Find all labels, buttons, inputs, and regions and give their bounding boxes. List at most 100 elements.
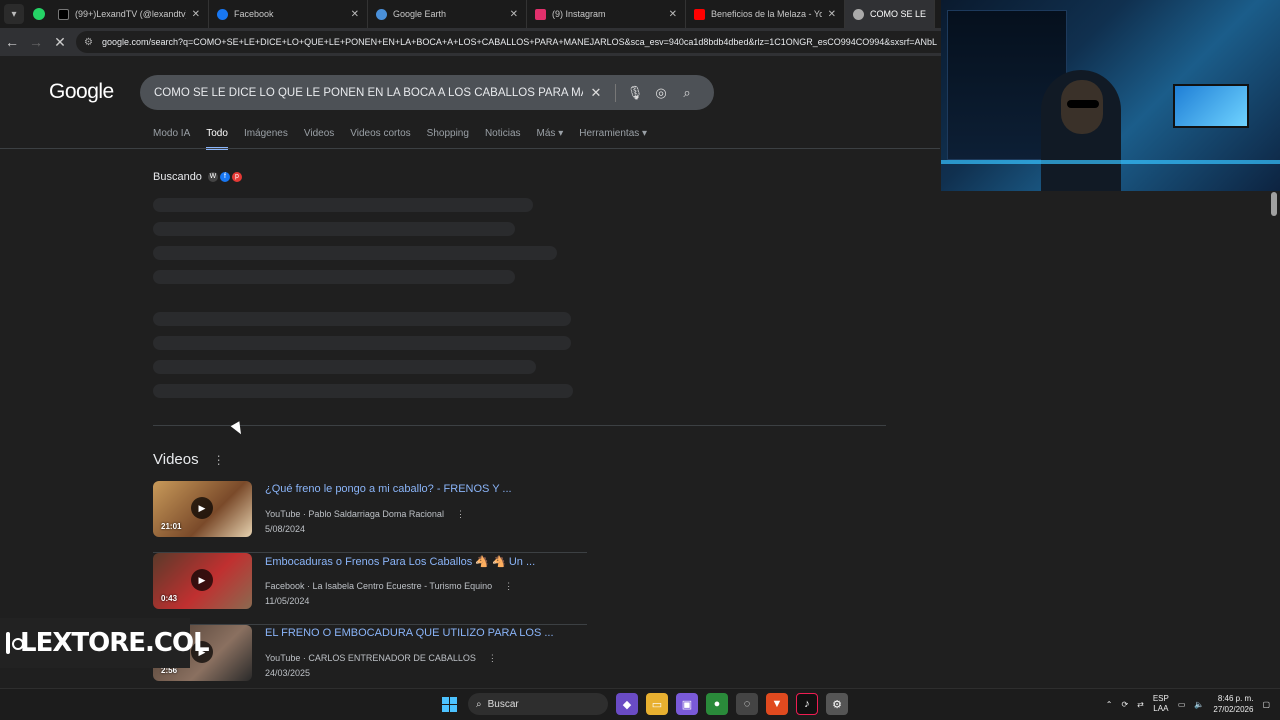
filter-shopping[interactable]: Shopping	[427, 128, 469, 150]
close-tab-icon[interactable]: ✕	[351, 9, 359, 20]
whatsapp-icon	[33, 8, 45, 20]
search-box[interactable]: COMO SE LE DICE LO QUE LE PONEN EN LA BO…	[140, 75, 714, 110]
video-source: Facebook · La Isabela Centro Ecuestre - …	[265, 581, 513, 592]
video-thumbnail[interactable]: ▶ 21:01	[153, 481, 252, 537]
more-options-icon[interactable]: ⋮	[488, 653, 497, 663]
chrome-icon[interactable]: ●	[706, 693, 728, 715]
filter-images[interactable]: Imágenes	[244, 128, 288, 150]
tab-search-button[interactable]: ▾	[4, 4, 24, 24]
mouse-cursor	[230, 421, 246, 437]
filter-ai-mode[interactable]: Modo IA	[153, 128, 190, 150]
video-thumbnail[interactable]: ▶ 0:43	[153, 553, 252, 609]
close-tab-icon[interactable]: ✕	[669, 9, 677, 20]
site-info-icon[interactable]: ⚙	[84, 37, 96, 48]
settings-icon[interactable]: ⚙	[826, 693, 848, 715]
videos-heading: Videos	[153, 451, 199, 468]
more-options-icon[interactable]: ⋮	[213, 453, 225, 467]
tiktok-icon[interactable]: ♪	[796, 693, 818, 715]
close-tab-icon[interactable]: ✕	[828, 9, 836, 20]
stop-loading-button[interactable]: ✕	[48, 30, 72, 54]
video-source: YouTube · CARLOS ENTRENADOR DE CABALLOS ⋮	[265, 653, 497, 664]
tab-facebook[interactable]: Facebook ✕	[209, 0, 368, 28]
search-icon[interactable]: ⌕	[674, 85, 700, 101]
filter-short-videos[interactable]: Videos cortos	[350, 128, 410, 150]
brave-icon[interactable]: ▼	[766, 693, 788, 715]
forward-button[interactable]: →	[24, 30, 48, 54]
loading-skeleton-line	[153, 336, 571, 350]
divider	[153, 425, 886, 426]
filter-videos[interactable]: Videos	[304, 128, 334, 150]
loading-skeleton-line	[153, 246, 557, 260]
loading-indicator: Buscando W f p	[153, 171, 242, 183]
whatsapp-pinned-tab[interactable]	[28, 3, 50, 25]
tab-title: Beneficios de la Melaza - YouTu	[711, 9, 822, 19]
tab-active-search[interactable]: COMO SE LE DICE L	[845, 0, 935, 28]
clear-icon[interactable]: ✕	[583, 85, 609, 101]
loading-skeleton-line	[153, 222, 515, 236]
tab-youtube[interactable]: Beneficios de la Melaza - YouTu ✕	[686, 0, 845, 28]
google-logo[interactable]: Google	[49, 80, 114, 104]
instagram-icon	[6, 632, 24, 654]
video-date: 5/08/2024	[265, 524, 306, 534]
language-code: ESP	[1152, 694, 1169, 703]
more-options-icon[interactable]: ⋮	[504, 581, 513, 591]
app-icon[interactable]: ◌	[736, 693, 758, 715]
video-date: 11/05/2024	[265, 596, 310, 606]
volume-icon[interactable]: 🔈	[1194, 700, 1204, 709]
divider	[0, 148, 940, 149]
video-result[interactable]: ▶ 0:43 Embocaduras o Frenos Para Los Cab…	[153, 553, 587, 625]
filter-tools[interactable]: Herramientas ▾	[579, 128, 647, 150]
system-tray: ⌃ ⟳ ⇄ ESP LAA ▭ 🔈 8:46 p. m. 27/02/2026 …	[1106, 693, 1270, 715]
page-scrollbar[interactable]	[1271, 192, 1277, 216]
filter-more[interactable]: Más ▾	[537, 128, 564, 150]
tab-title: Facebook	[234, 9, 274, 19]
play-icon: ▶	[191, 497, 213, 519]
video-title[interactable]: ¿Qué freno le pongo a mi caballo? - FREN…	[265, 483, 512, 495]
tab-google-earth[interactable]: Google Earth ✕	[368, 0, 527, 28]
webcam-led-strip	[941, 160, 1280, 164]
video-title[interactable]: Embocaduras o Frenos Para Los Caballos 🐴…	[265, 555, 535, 568]
youtube-icon	[694, 8, 705, 20]
lens-icon[interactable]: ◎	[648, 85, 674, 101]
loading-icon	[853, 8, 864, 20]
tab-instagram[interactable]: (9) Instagram ✕	[527, 0, 686, 28]
filter-more-label: Más	[536, 128, 556, 139]
webcam-monitor	[1173, 84, 1249, 128]
video-source-text: YouTube · CARLOS ENTRENADOR DE CABALLOS	[265, 653, 476, 663]
video-source: YouTube · Pablo Saldarriaga Doma Raciona…	[265, 509, 465, 520]
tab-tiktok[interactable]: (99+)LexandTV (@lexandtv) | Ti ✕	[50, 0, 209, 28]
divider	[615, 83, 616, 102]
sync-icon[interactable]: ⟳	[1121, 700, 1128, 709]
microphone-icon[interactable]: 🎙	[622, 85, 648, 101]
video-title[interactable]: EL FRENO O EMBOCADURA QUE UTILIZO PARA L…	[265, 627, 554, 639]
more-options-icon[interactable]: ⋮	[456, 509, 465, 519]
display-icon[interactable]: ▭	[1178, 700, 1186, 709]
filter-all[interactable]: Todo	[206, 128, 228, 150]
filter-news[interactable]: Noticias	[485, 128, 521, 150]
network-icon[interactable]: ⇄	[1137, 700, 1144, 709]
app-icon[interactable]: ▣	[676, 693, 698, 715]
loading-label: Buscando	[153, 171, 202, 183]
language-indicator[interactable]: ESP LAA	[1153, 694, 1169, 714]
file-explorer-icon[interactable]: ▭	[646, 693, 668, 715]
video-duration: 21:01	[161, 522, 182, 531]
loading-skeleton-line	[153, 312, 571, 326]
back-button[interactable]: ←	[0, 30, 24, 54]
close-tab-icon[interactable]: ✕	[192, 9, 200, 20]
close-tab-icon[interactable]: ✕	[510, 9, 518, 20]
windows-start-icon[interactable]	[438, 693, 460, 715]
facebook-icon: f	[219, 172, 230, 182]
copilot-icon[interactable]: ◆	[616, 693, 638, 715]
video-duration: 0:43	[161, 594, 178, 603]
taskbar-search-label: Buscar	[487, 698, 519, 710]
chevron-up-icon[interactable]: ⌃	[1106, 700, 1113, 709]
video-result[interactable]: ▶ 21:01 ¿Qué freno le pongo a mi caballo…	[153, 481, 587, 553]
taskbar-search[interactable]: ⌕ Buscar	[468, 693, 608, 715]
clock[interactable]: 8:46 p. m. 27/02/2026	[1213, 693, 1253, 715]
notifications-icon[interactable]: ▢	[1262, 700, 1270, 709]
video-result[interactable]: ▶ 2:56 EL FRENO O EMBOCADURA QUE UTILIZO…	[153, 625, 587, 688]
facebook-icon	[217, 8, 228, 20]
search-input[interactable]: COMO SE LE DICE LO QUE LE PONEN EN LA BO…	[154, 87, 583, 99]
tiktok-icon	[58, 8, 69, 20]
video-source-text: YouTube · Pablo Saldarriaga Doma Raciona…	[265, 509, 444, 519]
